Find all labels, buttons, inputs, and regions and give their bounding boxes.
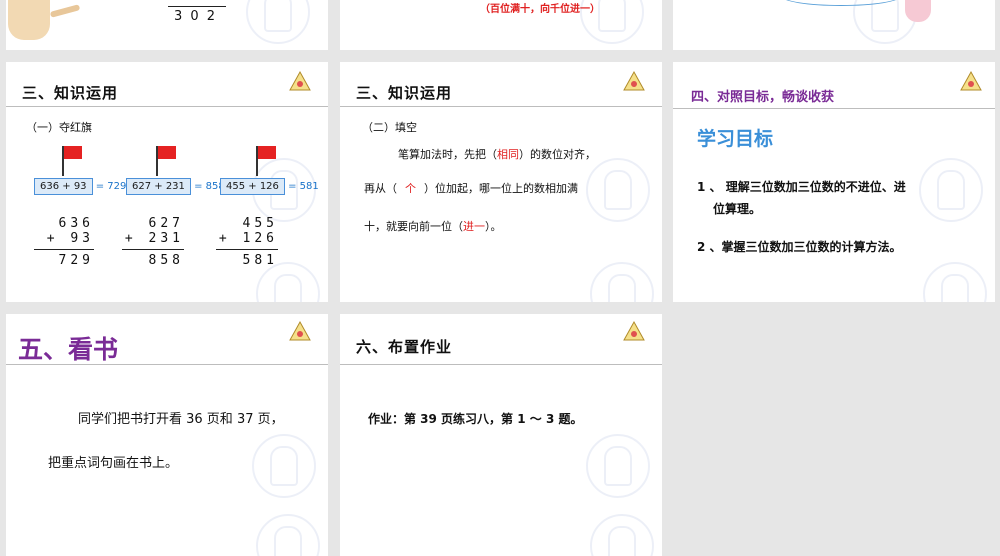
watermark-icon — [246, 0, 310, 44]
slide-knowledge-1[interactable]: 三、知识运用 （一）夺红旗 636 + 93 = 729 627 + 231 =… — [6, 62, 328, 302]
vertical-calc-2: 627 + 231 858 — [122, 216, 184, 268]
red-flag-icon — [156, 146, 176, 176]
header-rule — [673, 108, 995, 109]
section-header: 五、看书 — [18, 335, 119, 364]
top-sum: 3 0 2 — [174, 9, 218, 24]
homework-text: 作业：第 39 页练习八，第 1 ～ 3 题。 — [368, 412, 583, 426]
slide-homework[interactable]: 六、布置作业 作业：第 39 页练习八，第 1 ～ 3 题。 — [340, 314, 662, 556]
goal-2: 2 、掌握三位数加三位数的计算方法。 — [697, 240, 902, 254]
cartoon-figure — [8, 0, 50, 40]
triangle-ruler-icon — [623, 70, 645, 91]
slide-read-book[interactable]: 五、看书 同学们把书打开看 36 页和 37 页， 把重点词句画在书上。 — [6, 314, 328, 556]
watermark-icon — [590, 514, 654, 556]
goals-title: 学习目标 — [697, 128, 774, 150]
section-header: 四、对照目标，畅谈收获 — [691, 90, 835, 105]
cartoon-arm — [49, 4, 81, 18]
red-flag-icon — [62, 146, 82, 176]
section-header: 三、知识运用 — [22, 84, 119, 102]
watermark-icon — [923, 262, 987, 302]
reading-line-1: 同学们把书打开看 36 页和 37 页， — [78, 412, 284, 427]
slide-top-2[interactable]: （百位满十，向千位进一） — [340, 0, 662, 50]
watermark-icon — [919, 158, 983, 222]
watermark-icon — [586, 434, 650, 498]
header-rule — [6, 364, 328, 365]
watermark-icon — [252, 434, 316, 498]
slide-goals[interactable]: 四、对照目标，畅谈收获 学习目标 1 、 理解三位数加三位数的不进位、进 位算理… — [673, 62, 995, 302]
goal-1: 1 、 理解三位数加三位数的不进位、进 位算理。 — [697, 180, 906, 216]
equation-3: 455 + 126 = 581 — [220, 178, 319, 195]
watermark-icon — [256, 514, 320, 556]
sum-line — [168, 6, 226, 7]
slide-top-3[interactable] — [673, 0, 995, 50]
fill-line-2: 再从（个）位加起，哪一位上的数相加满 — [364, 182, 578, 195]
subheading: （一）夺红旗 — [26, 121, 92, 134]
fill-line-1: 笔算加法时，先把（相同）的数位对齐， — [398, 148, 596, 161]
header-rule — [340, 364, 662, 365]
reading-line-2: 把重点词句画在书上。 — [48, 456, 179, 471]
section-header: 六、布置作业 — [356, 338, 453, 356]
subheading: （二）填空 — [362, 121, 417, 134]
vertical-calc-3: 455 + 126 581 — [216, 216, 278, 268]
vertical-calc-1: 636 + 93 729 — [34, 216, 94, 268]
section-header: 三、知识运用 — [356, 84, 453, 102]
header-rule — [6, 106, 328, 107]
watermark-icon — [590, 262, 654, 302]
triangle-ruler-icon — [623, 320, 645, 341]
watermark-icon — [586, 158, 650, 222]
slide-knowledge-2[interactable]: 三、知识运用 （二）填空 笔算加法时，先把（相同）的数位对齐， 再从（个）位加起… — [340, 62, 662, 302]
cartoon-figure — [905, 0, 931, 22]
carry-note: （百位满十，向千位进一） — [480, 4, 600, 15]
red-flag-icon — [256, 146, 276, 176]
triangle-ruler-icon — [960, 70, 982, 91]
slide-top-1[interactable]: 3 0 2 — [6, 0, 328, 50]
equation-1: 636 + 93 = 729 — [34, 178, 126, 195]
equation-2: 627 + 231 = 858 — [126, 178, 225, 195]
fill-line-3: 十，就要向前一位（进一）。 — [364, 220, 502, 233]
header-rule — [340, 106, 662, 107]
triangle-ruler-icon — [289, 320, 311, 341]
watermark-icon — [256, 262, 320, 302]
triangle-ruler-icon — [289, 70, 311, 91]
